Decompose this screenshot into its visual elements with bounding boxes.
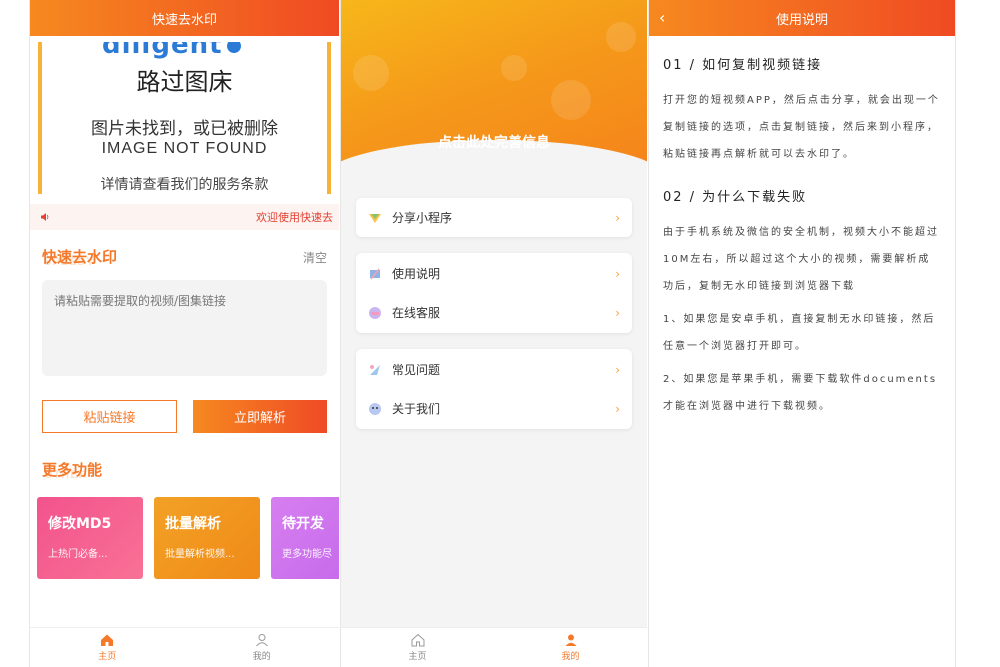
guide-icon: [370, 268, 380, 279]
profile-screen: 点击此处完善信息 分享小程序 › 使用说明 › 在线客服 › 常见问题 › 关于…: [340, 0, 647, 667]
decor-bubble: [353, 55, 389, 91]
action-buttons: 粘贴链接 立即解析: [42, 400, 327, 433]
card-subtitle: 上热门必备...: [48, 549, 108, 560]
home-screen: 快速去水印 diligent 路过图床 图片未找到，或已被删除 IMAGE NO…: [29, 0, 339, 667]
more-title: 更多功能: [42, 461, 103, 479]
tab-label: 主页: [98, 652, 117, 662]
banner-logo: diligent: [102, 42, 241, 60]
feature-card-batch[interactable]: 批量解析 批量解析视频...: [154, 497, 260, 579]
section-title-more: OTHER 更多功能: [42, 459, 339, 489]
guide-paragraph: 由于手机系统及微信的安全机制，视频大小不能超过10M左右，所以超过这个大小的视频…: [663, 227, 939, 292]
back-arrow-icon[interactable]: ‹: [659, 8, 665, 27]
chevron-right-icon: ›: [615, 305, 620, 320]
tab-label: 主页: [408, 652, 427, 662]
home-icon: [101, 634, 114, 646]
menu-label: 关于我们: [392, 402, 441, 416]
share-icon: [369, 213, 381, 223]
profile-header[interactable]: 点击此处完善信息: [341, 0, 647, 180]
tab-mine[interactable]: 我的: [185, 628, 340, 667]
page-title: 快速去水印: [151, 12, 217, 28]
tab-mine[interactable]: 我的: [494, 628, 647, 667]
chevron-right-icon: ›: [615, 362, 620, 377]
section-title: 快速去水印: [42, 248, 118, 266]
faq-icon: [370, 364, 380, 375]
menu-item-share[interactable]: 分享小程序 ›: [356, 198, 632, 237]
link-input[interactable]: 请粘贴需要提取的视频/图集链接: [42, 280, 327, 376]
about-icon: [369, 402, 381, 415]
card-subtitle: 批量解析视频...: [165, 549, 235, 560]
card-title: 待开发: [282, 516, 324, 532]
banner-title: 路过图床: [136, 68, 233, 96]
notice-text: 欢迎使用快速去: [256, 211, 333, 224]
banner-line-1: 图片未找到，或已被删除: [91, 119, 278, 139]
menu-label: 使用说明: [392, 267, 441, 281]
menu-group-about: 常见问题 › 关于我们 ›: [356, 349, 632, 429]
user-icon: [255, 634, 268, 647]
chevron-right-icon: ›: [615, 401, 620, 416]
menu-item-about[interactable]: 关于我们 ›: [356, 389, 632, 428]
paste-link-button[interactable]: 粘贴链接: [42, 400, 177, 433]
guide-heading-1: 01 / 如何复制视频链接: [663, 58, 823, 73]
guide-paragraph: 打开您的短视频APP，然后点击分享，就会出现一个复制链接的选项，点击复制链接，然…: [663, 95, 940, 160]
menu-group-share: 分享小程序 ›: [356, 198, 632, 237]
decor-bubble: [551, 80, 591, 120]
menu-item-faq[interactable]: 常见问题 ›: [356, 350, 632, 389]
menu-item-guide[interactable]: 使用说明 ›: [356, 254, 632, 293]
chevron-right-icon: ›: [615, 210, 620, 225]
tab-bar: 主页 我的: [30, 627, 339, 667]
section-title-speedy: SPEEDY 快速去水印 清空: [42, 246, 339, 276]
page-title: 使用说明: [775, 12, 828, 28]
card-title: 批量解析: [165, 516, 221, 532]
menu-item-service[interactable]: 在线客服 ›: [356, 293, 632, 332]
banner-image[interactable]: diligent 路过图床 图片未找到，或已被删除 IMAGE NOT FOUN…: [38, 42, 331, 194]
card-subtitle: 更多功能尽: [282, 549, 332, 560]
banner-line-2: IMAGE NOT FOUND: [101, 140, 268, 157]
notice-bar: 欢迎使用快速去: [30, 204, 339, 230]
user-icon: [565, 634, 576, 646]
link-input-placeholder: 请粘贴需要提取的视频/图集链接: [54, 294, 227, 308]
banner-line-3: 详情请查看我们的服务条款: [100, 177, 269, 193]
tab-bar: 主页 我的: [341, 627, 647, 667]
card-title: 修改MD5: [48, 516, 112, 532]
guide-header: ‹ 使用说明: [649, 0, 955, 36]
menu-label: 常见问题: [392, 363, 441, 377]
profile-prompt[interactable]: 点击此处完善信息: [341, 132, 647, 152]
guide-paragraph: 1、如果您是安卓手机，直接复制无水印链接，然后任意一个浏览器打开即可。: [663, 314, 936, 352]
tab-home[interactable]: 主页: [341, 628, 494, 667]
chevron-right-icon: ›: [615, 266, 620, 281]
parse-now-button[interactable]: 立即解析: [193, 400, 327, 433]
feature-card-pending[interactable]: 待开发 更多功能尽: [271, 497, 339, 579]
menu-group-help: 使用说明 › 在线客服 ›: [356, 253, 632, 333]
service-icon: [369, 306, 381, 319]
clear-button[interactable]: 清空: [303, 249, 327, 266]
decor-bubble: [606, 22, 636, 52]
tab-label: 我的: [252, 652, 271, 662]
guide-content: 01 / 如何复制视频链接 打开您的短视频APP，然后点击分享，就会出现一个复制…: [649, 54, 955, 420]
tab-home[interactable]: 主页: [30, 628, 185, 667]
feature-card-md5[interactable]: 修改MD5 上热门必备...: [37, 497, 143, 579]
speaker-icon: [41, 213, 49, 221]
feature-cards: 修改MD5 上热门必备... 批量解析 批量解析视频... 待开发 更多功能尽: [37, 497, 339, 579]
menu-label: 在线客服: [392, 306, 441, 320]
guide-heading-2: 02 / 为什么下载失败: [663, 190, 808, 205]
tab-label: 我的: [561, 652, 580, 662]
menu-label: 分享小程序: [392, 211, 453, 225]
decor-bubble: [501, 55, 527, 81]
guide-paragraph: 2、如果您是苹果手机，需要下载软件documents 才能在浏览器中进行下载视频…: [663, 374, 938, 412]
home-icon: [411, 633, 424, 647]
guide-screen: ‹ 使用说明 01 / 如何复制视频链接 打开您的短视频APP，然后点击分享，就…: [648, 0, 956, 667]
home-header: 快速去水印: [30, 0, 339, 36]
